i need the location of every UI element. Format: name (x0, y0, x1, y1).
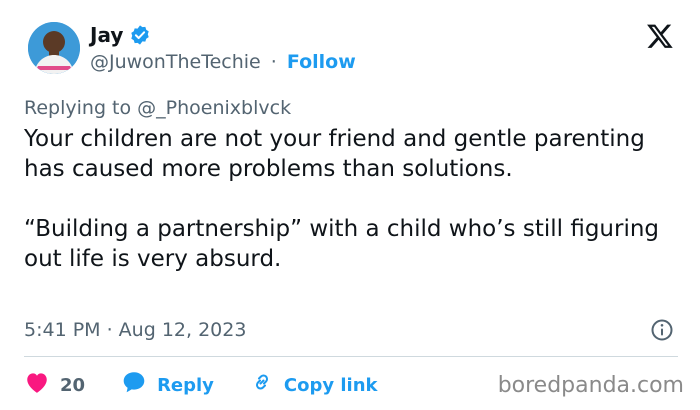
tweet-text: Your children are not your friend and ge… (24, 124, 674, 274)
separator-dot: · (270, 51, 277, 73)
like-button[interactable]: 20 (24, 370, 85, 402)
replying-to-prefix: Replying to (24, 97, 132, 119)
link-icon (250, 370, 274, 402)
avatar-image (28, 22, 80, 74)
divider (24, 356, 678, 357)
copy-link-button[interactable]: Copy link (250, 370, 378, 402)
verified-badge-icon (129, 24, 151, 46)
tweet-timestamp[interactable]: 5:41 PM · Aug 12, 2023 (24, 318, 246, 342)
replying-to-mention[interactable]: @_Phoenixblvck (137, 97, 291, 119)
speech-bubble-icon (121, 370, 147, 402)
like-count: 20 (60, 375, 86, 396)
x-logo-icon[interactable] (646, 22, 674, 50)
author-handle-row: @JuwonTheTechie · Follow (90, 50, 356, 74)
tweet-paragraph: Your children are not your friend and ge… (24, 126, 645, 182)
follow-button[interactable]: Follow (287, 51, 356, 73)
author-name[interactable]: Jay (90, 22, 123, 48)
reply-label: Reply (157, 375, 214, 396)
reply-button[interactable]: Reply (121, 370, 214, 402)
tweet-card: Jay @JuwonTheTechie · Follow Replying to… (0, 0, 700, 410)
watermark: boredpanda.com (497, 373, 684, 398)
avatar[interactable] (28, 22, 80, 74)
author-name-row: Jay (90, 22, 151, 48)
replying-to: Replying to @_Phoenixblvck (24, 96, 291, 120)
tweet-paragraph: “Building a partnership” with a child wh… (24, 216, 660, 272)
heart-icon (24, 370, 50, 402)
info-icon[interactable] (650, 318, 674, 342)
copy-link-label: Copy link (283, 375, 378, 396)
action-bar: 20 Reply Copy link (24, 370, 378, 402)
author-handle[interactable]: @JuwonTheTechie (90, 51, 261, 73)
